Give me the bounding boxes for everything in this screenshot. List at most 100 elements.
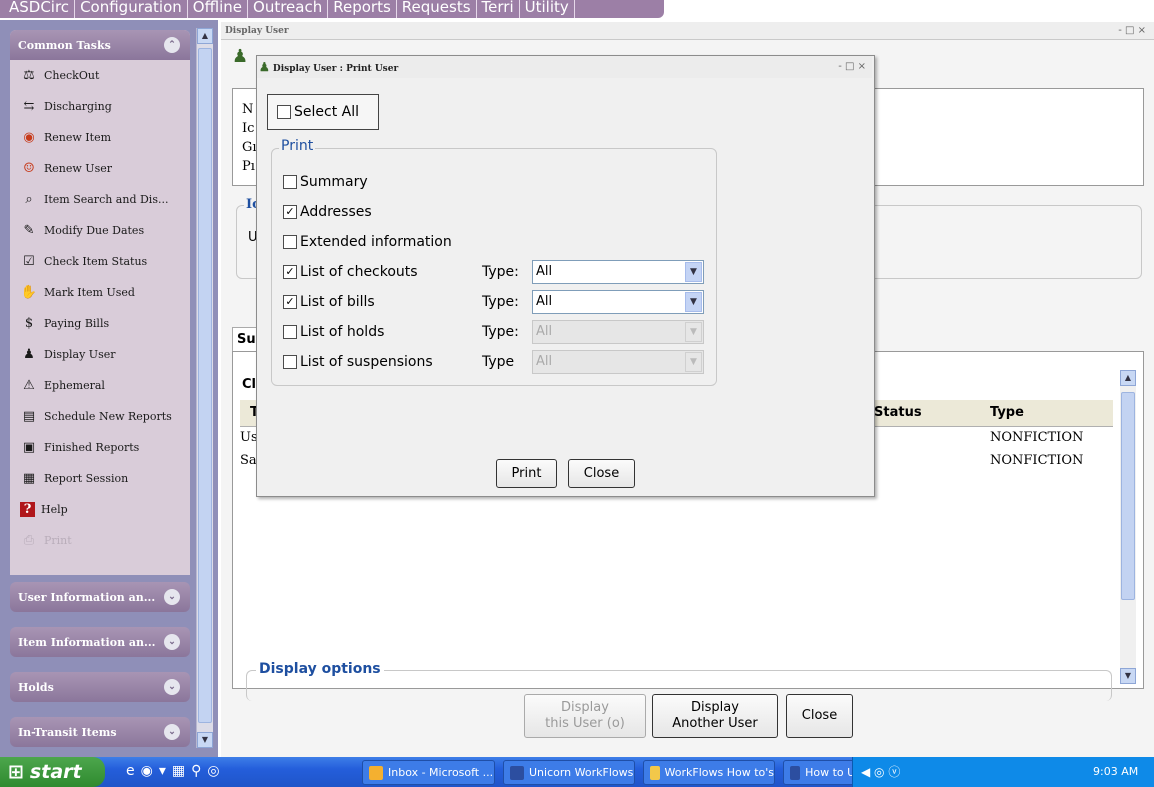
- group-item-information[interactable]: Item Information an... ⌄: [10, 627, 190, 657]
- taskbar-window-button[interactable]: WorkFlows How to's: [643, 760, 775, 785]
- grid-col-type[interactable]: Type: [990, 400, 1024, 426]
- chevron-down-icon[interactable]: ▼: [685, 352, 702, 372]
- task-item[interactable]: ☺ Renew User: [10, 153, 190, 184]
- group-holds[interactable]: Holds ⌄: [10, 672, 190, 702]
- task-label: Schedule New Reports: [44, 410, 172, 423]
- select-all-checkbox[interactable]: Select All: [277, 104, 359, 120]
- display-another-user-button[interactable]: Display Another User: [652, 694, 778, 738]
- task-item[interactable]: ◉ Renew Item: [10, 122, 190, 153]
- option-checkbox[interactable]: ✓ List of checkouts: [283, 264, 418, 280]
- scroll-up-icon[interactable]: ▲: [197, 28, 213, 44]
- start-button[interactable]: ⊞ start: [0, 757, 105, 787]
- chevron-down-icon[interactable]: ▼: [685, 322, 702, 342]
- option-checkbox[interactable]: List of holds: [283, 324, 384, 340]
- task-label: Paying Bills: [44, 317, 110, 330]
- task-label: Finished Reports: [44, 441, 140, 454]
- group-in-transit[interactable]: In-Transit Items ⌄: [10, 717, 190, 747]
- task-item[interactable]: ♟ Display User: [10, 339, 190, 370]
- menu-item[interactable]: Utility: [520, 0, 575, 18]
- chevron-down-icon[interactable]: ▼: [685, 292, 702, 312]
- menu-bar: ASDCirc Configuration Offline Outreach Repor…: [0, 0, 1154, 20]
- modify-due-dates-icon: ✎: [23, 222, 35, 238]
- type-label: Type:: [482, 324, 519, 340]
- task-item[interactable]: ⌕ Item Search and Dis...: [10, 184, 190, 215]
- task-item[interactable]: ⎙ Print: [10, 525, 190, 556]
- ie-icon[interactable]: e: [126, 763, 141, 779]
- collapse-icon[interactable]: ⌃: [164, 37, 180, 53]
- menu-item[interactable]: Outreach: [248, 0, 329, 18]
- scroll-down-icon[interactable]: ▼: [197, 732, 213, 748]
- option-checkbox[interactable]: Summary: [283, 174, 368, 190]
- task-label: Check Item Status: [44, 255, 148, 268]
- dialog-title-text: Display User : Print User: [272, 64, 399, 74]
- option-checkbox[interactable]: ✓ Addresses: [283, 204, 372, 220]
- chevron-down-icon[interactable]: ▼: [685, 262, 702, 282]
- option-checkbox[interactable]: Extended information: [283, 234, 452, 250]
- scroll-thumb[interactable]: [1121, 392, 1135, 600]
- menu-item[interactable]: Terri: [477, 0, 520, 18]
- content-scrollbar[interactable]: ▲ ▼: [1120, 370, 1136, 684]
- task-item[interactable]: ⚖ CheckOut: [10, 60, 190, 91]
- option-checkbox[interactable]: ✓ List of bills: [283, 294, 375, 310]
- menu-item[interactable]: Reports: [328, 0, 397, 18]
- user-icon[interactable]: ♟: [232, 46, 248, 67]
- type-select[interactable]: All ▼: [532, 350, 704, 374]
- task-item[interactable]: ☑ Check Item Status: [10, 246, 190, 277]
- option-checkbox[interactable]: List of suspensions: [283, 354, 433, 370]
- task-item[interactable]: ▣ Finished Reports: [10, 432, 190, 463]
- scroll-down-icon[interactable]: ▼: [1120, 668, 1136, 684]
- display-user-icon: ♟: [23, 346, 35, 362]
- search-icon[interactable]: ⚲: [191, 763, 207, 779]
- display-this-user-button[interactable]: Display this User (o): [524, 694, 646, 738]
- type-select[interactable]: All ▼: [532, 320, 704, 344]
- menu-item[interactable]: ASDCirc: [4, 0, 76, 18]
- firefox-icon[interactable]: ◉: [141, 763, 159, 779]
- dialog-window-controls[interactable]: - □ ×: [838, 56, 866, 78]
- clock[interactable]: 9:03 AM: [1093, 765, 1138, 778]
- outlook-icon[interactable]: ◎: [207, 763, 225, 779]
- checkbox-box: [277, 105, 291, 119]
- task-item[interactable]: ▤ Schedule New Reports: [10, 401, 190, 432]
- group-label: Holds: [18, 680, 54, 694]
- task-item[interactable]: ⚠ Ephemeral: [10, 370, 190, 401]
- display-options-label[interactable]: Display options: [256, 661, 384, 677]
- task-label: Display User: [44, 348, 116, 361]
- common-tasks-header[interactable]: Common Tasks ⌃: [10, 30, 190, 60]
- scroll-thumb[interactable]: [198, 48, 212, 723]
- task-item[interactable]: ✋ Mark Item Used: [10, 277, 190, 308]
- tray-icons[interactable]: ◀ ◎ ⓥ: [861, 763, 900, 780]
- desktop-icon[interactable]: ▦: [172, 763, 191, 779]
- scroll-up-icon[interactable]: ▲: [1120, 370, 1136, 386]
- type-label: Type: [482, 354, 515, 370]
- task-item[interactable]: ▦ Report Session: [10, 463, 190, 494]
- dialog-close-button[interactable]: Close: [568, 459, 635, 488]
- taskbar-window-button[interactable]: Inbox - Microsoft ...: [362, 760, 495, 785]
- task-item[interactable]: ? Help: [10, 494, 190, 525]
- menu-item[interactable]: Requests: [397, 0, 477, 18]
- task-label: Help: [41, 503, 68, 516]
- expand-icon[interactable]: ⌄: [164, 679, 180, 695]
- taskbar-window-button[interactable]: Unicorn WorkFlows: [503, 760, 635, 785]
- group-user-information[interactable]: User Information an... ⌄: [10, 582, 190, 612]
- taskbar-window-label: Unicorn WorkFlows: [529, 766, 634, 779]
- task-item[interactable]: ✎ Modify Due Dates: [10, 215, 190, 246]
- option-label: List of suspensions: [300, 354, 433, 370]
- close-button[interactable]: Close: [786, 694, 853, 738]
- media-icon[interactable]: ▾: [159, 763, 172, 779]
- type-select[interactable]: All ▼: [532, 290, 704, 314]
- grid-col-status[interactable]: Status: [874, 400, 922, 426]
- menu-item[interactable]: Configuration: [75, 0, 188, 18]
- option-label: Addresses: [300, 204, 372, 220]
- task-item[interactable]: ⇆ Discharging: [10, 91, 190, 122]
- menu-item[interactable]: Offline: [188, 0, 249, 18]
- schedule-reports-icon: ▤: [22, 408, 36, 424]
- left-scrollbar[interactable]: ▲ ▼: [196, 28, 213, 748]
- expand-icon[interactable]: ⌄: [164, 724, 180, 740]
- task-item[interactable]: $ Paying Bills: [10, 308, 190, 339]
- main-window-controls[interactable]: - □ ×: [1118, 22, 1146, 40]
- type-select[interactable]: All ▼: [532, 260, 704, 284]
- expand-icon[interactable]: ⌄: [164, 634, 180, 650]
- checkbox-box: [283, 325, 297, 339]
- print-button[interactable]: Print: [496, 459, 557, 488]
- expand-icon[interactable]: ⌄: [164, 589, 180, 605]
